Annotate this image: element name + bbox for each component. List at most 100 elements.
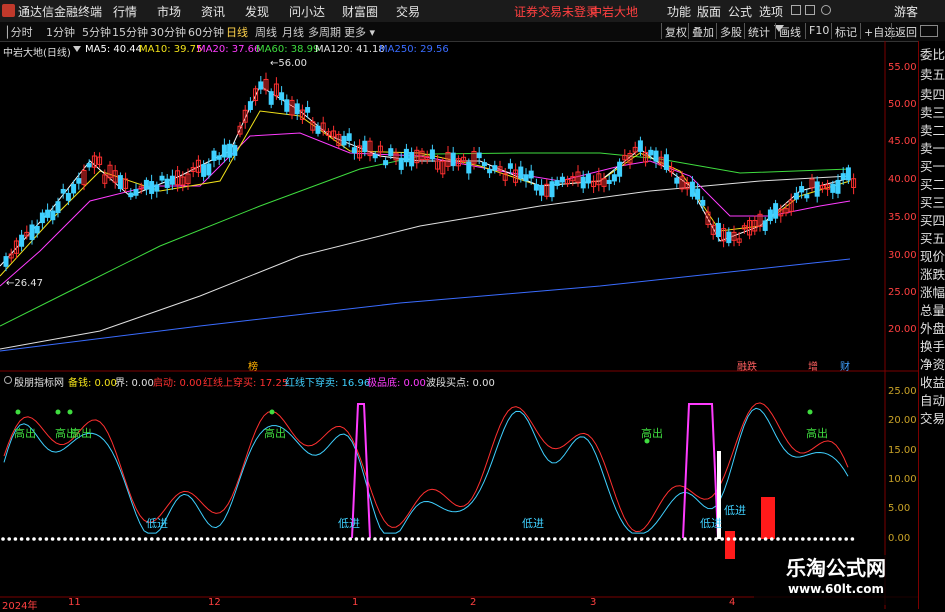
baseline-dot [794, 537, 799, 541]
candle-body [29, 224, 35, 240]
window-icon[interactable] [920, 25, 938, 37]
signal-low: 低进 [338, 517, 360, 530]
menu-market[interactable]: 市场 [157, 3, 181, 20]
menu-options[interactable]: 选项 [759, 3, 783, 20]
y-tick: 45.00 [888, 136, 917, 147]
overlay-button[interactable]: 叠加 [688, 23, 717, 39]
period-more[interactable]: 更多 ▾ [344, 24, 375, 40]
event-marker[interactable]: 榜 [248, 358, 258, 373]
y-tick: 55.00 [888, 62, 917, 73]
quote-label[interactable]: 委比 [920, 44, 945, 63]
baseline-dot [379, 537, 384, 541]
period-60min[interactable]: 60分钟 [188, 24, 224, 40]
baseline-dot [553, 537, 557, 541]
period-monthly[interactable]: 月线 [282, 24, 304, 40]
baseline-dot [776, 537, 780, 541]
indicator-legend: 极品底: 0.00 [367, 378, 426, 389]
indicator-name[interactable]: 殷朋指标网 [14, 374, 64, 389]
mark-button[interactable]: 标记 [831, 23, 860, 39]
quote-label: 外盘 [920, 321, 945, 336]
candle-body [362, 140, 368, 153]
baseline-dot [658, 537, 662, 541]
period-weekly[interactable]: 周线 [255, 24, 277, 40]
auto-trade-button[interactable]: 自动 [920, 390, 945, 409]
baseline-dot [243, 537, 247, 541]
baseline-dot [143, 537, 148, 541]
menu-layout[interactable]: 版面 [697, 3, 721, 20]
watermark: 乐淘公式网 www.60lt.com [754, 555, 918, 605]
panel-toggle-icon[interactable] [791, 5, 801, 15]
chart-canvas[interactable] [0, 41, 918, 609]
menu-formula[interactable]: 公式 [728, 3, 752, 20]
baseline-dot [38, 537, 42, 541]
baseline-dot [435, 537, 439, 541]
baseline-dot [565, 537, 569, 541]
menu-function[interactable]: 功能 [667, 3, 691, 20]
period-daily[interactable]: 日线 [226, 24, 248, 40]
menu-trade[interactable]: 交易 [396, 3, 420, 20]
baseline-dot [639, 537, 644, 541]
auto-trade-button[interactable]: 交易 [920, 408, 945, 427]
multi-stock-button[interactable]: 多股 [716, 23, 745, 39]
baseline-dot [286, 537, 291, 541]
candle-body [523, 174, 529, 182]
baseline-dot [63, 537, 67, 541]
period-15min[interactable]: 15分钟 [112, 24, 148, 40]
period-intraday[interactable]: │分时 [4, 24, 33, 40]
statistics-button[interactable]: 统计 [744, 23, 773, 39]
f10-button[interactable]: F10 [805, 23, 832, 39]
period-5min[interactable]: 5分钟 [82, 24, 111, 40]
period-multi[interactable]: 多周期 [308, 24, 341, 40]
menu-ask[interactable]: 问小达 [289, 3, 325, 20]
adjust-button[interactable]: 复权 [661, 23, 690, 39]
menu-discover[interactable]: 发现 [245, 3, 269, 20]
candle-body [71, 184, 77, 194]
moving-average-lines [0, 85, 851, 352]
period-30min[interactable]: 30分钟 [150, 24, 186, 40]
baseline-dot [745, 537, 749, 541]
indicator-legend: 备钱: 0.00 [68, 378, 117, 389]
baseline-dot [94, 537, 98, 541]
candle-body [133, 188, 139, 196]
event-marker[interactable]: 增 [808, 358, 818, 373]
baseline-dot [329, 537, 334, 541]
indicator-y-tick: 5.00 [888, 503, 911, 514]
menu-news[interactable]: 资讯 [201, 3, 225, 20]
candle-body [533, 184, 539, 191]
candle-body [466, 161, 472, 174]
indicator-settings-icon[interactable] [4, 376, 12, 384]
baseline-dot [491, 537, 495, 541]
panel-toggle-icon[interactable] [805, 5, 815, 15]
indicator-legend: 界: 0.00 [115, 378, 154, 389]
event-marker[interactable]: 融跌 [737, 358, 757, 373]
guest-label[interactable]: 游客 [894, 3, 918, 20]
menu-quotes[interactable]: 行情 [113, 3, 137, 20]
baseline-dot [137, 537, 142, 541]
baseline-dot [162, 537, 166, 541]
baseline-dot [416, 537, 421, 541]
baseline-dot [131, 537, 135, 541]
baseline-dot [174, 537, 179, 541]
quote-label: 买二 [920, 177, 945, 192]
back-button[interactable]: 返回 [891, 23, 920, 39]
y-tick: 20.00 [888, 324, 917, 335]
baseline-dot [298, 537, 303, 541]
baseline-dot [726, 537, 731, 541]
draw-line-button[interactable]: 画线 [775, 23, 804, 39]
period-1min[interactable]: 1分钟 [46, 24, 75, 40]
baseline-dot [534, 537, 538, 541]
menu-wealth[interactable]: 财富圈 [342, 3, 378, 20]
baseline-dot [695, 537, 700, 541]
event-marker[interactable]: 财 [840, 358, 850, 373]
candle-body [450, 152, 456, 167]
baseline-dot [429, 537, 433, 541]
candle-body [648, 149, 654, 156]
baseline-dot [305, 537, 309, 541]
candle-body [507, 163, 513, 169]
candle-body [695, 188, 701, 200]
candle-body [284, 99, 290, 112]
login-status[interactable]: 证券交易未登录 [514, 3, 598, 20]
baseline-dot [801, 537, 805, 541]
user-icon[interactable] [821, 5, 831, 15]
candle-body [268, 91, 274, 105]
